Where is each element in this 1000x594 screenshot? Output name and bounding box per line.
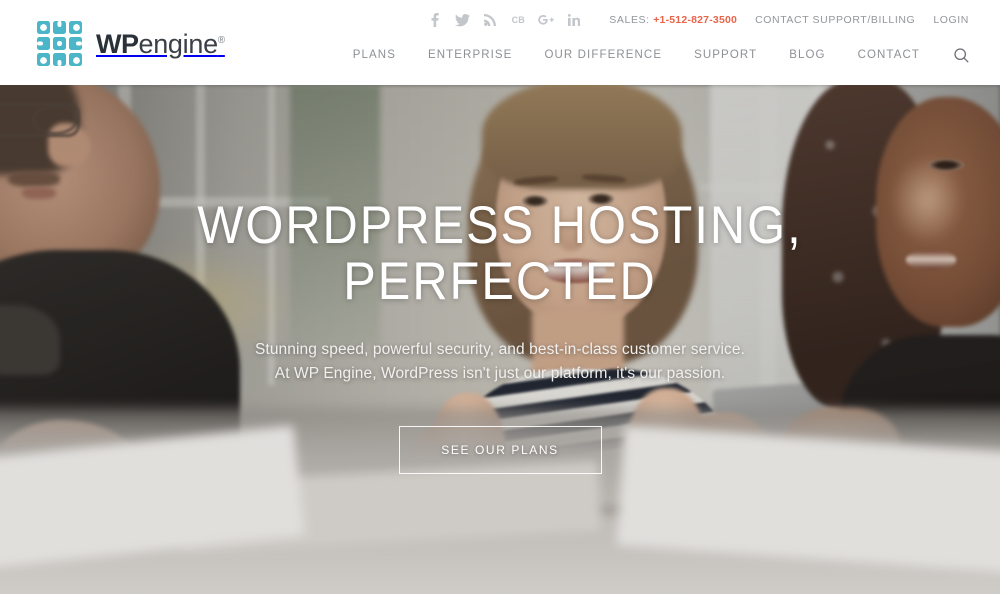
nav-item-our-difference[interactable]: OUR DIFFERENCE bbox=[528, 49, 678, 61]
hero-section: WORDPRESS HOSTING, PERFECTED Stunning sp… bbox=[0, 85, 1000, 594]
hero-headline: WORDPRESS HOSTING, PERFECTED bbox=[197, 196, 803, 312]
site-header: WPengine® CB SALES: +1-512-827-3500 CONT… bbox=[0, 0, 1000, 85]
hero-content: WORDPRESS HOSTING, PERFECTED Stunning sp… bbox=[0, 85, 1000, 594]
see-our-plans-button[interactable]: SEE OUR PLANS bbox=[398, 426, 602, 475]
wp-engine-grid-icon bbox=[37, 21, 82, 66]
crunchbase-icon[interactable]: CB bbox=[504, 10, 532, 30]
contact-support-billing-link[interactable]: CONTACT SUPPORT/BILLING bbox=[746, 14, 924, 26]
hero-subheadline-line1: Stunning speed, powerful security, and b… bbox=[254, 341, 746, 359]
sales-label: SALES: bbox=[609, 14, 650, 26]
sales-phone-number: +1-512-827-3500 bbox=[653, 14, 738, 26]
nav-item-enterprise[interactable]: ENTERPRISE bbox=[412, 49, 529, 61]
logo-wp: WP bbox=[96, 28, 139, 59]
sales-phone-link[interactable]: SALES: +1-512-827-3500 bbox=[600, 14, 746, 26]
social-links: CB bbox=[420, 10, 588, 30]
search-icon[interactable] bbox=[944, 44, 978, 66]
hero-headline-line2: PERFECTED bbox=[343, 252, 657, 312]
nav-item-blog[interactable]: BLOG bbox=[773, 49, 841, 61]
logo-registered: ® bbox=[217, 34, 225, 46]
logo-wordmark: WPengine® bbox=[96, 28, 225, 59]
logo-engine: engine bbox=[138, 28, 219, 59]
facebook-icon[interactable] bbox=[420, 10, 448, 30]
site-logo[interactable]: WPengine® bbox=[36, 20, 225, 68]
main-navigation: PLANS ENTERPRISE OUR DIFFERENCE SUPPORT … bbox=[337, 44, 978, 66]
hero-subheadline-line2: At WP Engine, WordPress isn't just our p… bbox=[274, 365, 726, 383]
rss-icon[interactable] bbox=[476, 10, 504, 30]
nav-item-contact[interactable]: CONTACT bbox=[842, 49, 936, 61]
utility-bar: CB SALES: +1-512-827-3500 CONTACT SUPPOR… bbox=[420, 10, 978, 30]
hero-headline-line1: WORDPRESS HOSTING, bbox=[197, 196, 803, 255]
nav-item-plans[interactable]: PLANS bbox=[337, 49, 412, 61]
linkedin-icon[interactable] bbox=[560, 10, 588, 30]
twitter-icon[interactable] bbox=[448, 10, 476, 30]
page-root: WPengine® CB SALES: +1-512-827-3500 CONT… bbox=[0, 0, 1000, 594]
login-link[interactable]: LOGIN bbox=[924, 14, 978, 26]
nav-item-support[interactable]: SUPPORT bbox=[678, 49, 773, 61]
hero-subheadline: Stunning speed, powerful security, and b… bbox=[255, 338, 745, 386]
google-plus-icon[interactable] bbox=[532, 10, 560, 30]
